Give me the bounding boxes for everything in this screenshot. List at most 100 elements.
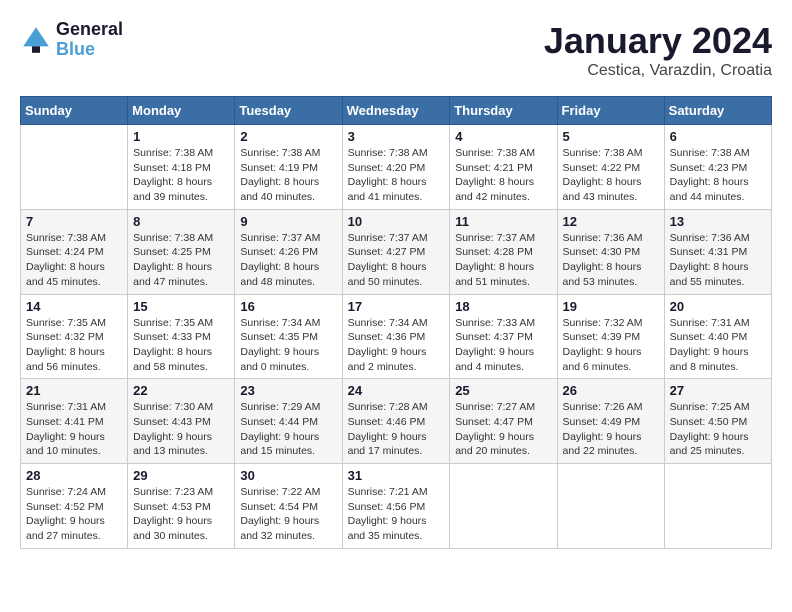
day-info: Sunrise: 7:35 AMSunset: 4:33 PMDaylight:… xyxy=(133,316,229,375)
day-info: Sunrise: 7:38 AMSunset: 4:23 PMDaylight:… xyxy=(670,146,766,205)
calendar-week-row: 1 Sunrise: 7:38 AMSunset: 4:18 PMDaylight… xyxy=(21,125,772,210)
day-number: 30 xyxy=(240,468,336,483)
day-info: Sunrise: 7:34 AMSunset: 4:35 PMDaylight:… xyxy=(240,316,336,375)
day-info: Sunrise: 7:26 AMSunset: 4:49 PMDaylight:… xyxy=(563,400,659,459)
calendar-cell: 9Sunrise: 7:37 AMSunset: 4:26 PMDaylight… xyxy=(235,209,342,294)
day-info: Sunrise: 7:27 AMSunset: 4:47 PMDaylight:… xyxy=(455,400,551,459)
day-number: 26 xyxy=(563,383,659,398)
day-info: Sunrise: 7:37 AMSunset: 4:28 PMDaylight:… xyxy=(455,231,551,290)
calendar-cell xyxy=(450,464,557,549)
calendar-cell: 27 Sunrise: 7:25 AMSunset: 4:50 PMDayligh… xyxy=(664,379,771,464)
calendar-cell xyxy=(21,125,128,210)
calendar-cell: 20Sunrise: 7:31 AMSunset: 4:40 PMDayligh… xyxy=(664,294,771,379)
day-number: 18 xyxy=(455,299,551,314)
calendar-cell: 15 Sunrise: 7:35 AMSunset: 4:33 PMDayligh… xyxy=(128,294,235,379)
day-info: Sunrise: 7:28 AMSunset: 4:46 PMDaylight:… xyxy=(348,400,445,459)
day-number: 1 xyxy=(133,129,229,144)
calendar-cell: 31 Sunrise: 7:21 AMSunset: 4:56 PMDayligh… xyxy=(342,464,450,549)
day-info: Sunrise: 7:38 AMSunset: 4:18 PMDaylight:… xyxy=(133,146,229,205)
day-number: 27 xyxy=(670,383,766,398)
calendar-cell: 4 Sunrise: 7:38 AMSunset: 4:21 PMDaylight… xyxy=(450,125,557,210)
day-info: Sunrise: 7:38 AMSunset: 4:25 PMDaylight:… xyxy=(133,231,229,290)
calendar-cell: 6 Sunrise: 7:38 AMSunset: 4:23 PMDaylight… xyxy=(664,125,771,210)
day-number: 11 xyxy=(455,214,551,229)
calendar-cell: 10 Sunrise: 7:37 AMSunset: 4:27 PMDayligh… xyxy=(342,209,450,294)
day-number: 14 xyxy=(26,299,122,314)
day-info: Sunrise: 7:31 AMSunset: 4:40 PMDaylight:… xyxy=(670,316,766,375)
day-number: 2 xyxy=(240,129,336,144)
calendar-cell: 25 Sunrise: 7:27 AMSunset: 4:47 PMDayligh… xyxy=(450,379,557,464)
calendar-cell: 5 Sunrise: 7:38 AMSunset: 4:22 PMDaylight… xyxy=(557,125,664,210)
day-number: 21 xyxy=(26,383,122,398)
weekday-header-cell: Friday xyxy=(557,97,664,125)
day-number: 12 xyxy=(563,214,659,229)
weekday-header-cell: Sunday xyxy=(21,97,128,125)
day-info: Sunrise: 7:22 AMSunset: 4:54 PMDaylight:… xyxy=(240,485,336,544)
calendar-cell: 24Sunrise: 7:28 AMSunset: 4:46 PMDayligh… xyxy=(342,379,450,464)
day-info: Sunrise: 7:37 AMSunset: 4:26 PMDaylight:… xyxy=(240,231,336,290)
day-info: Sunrise: 7:38 AMSunset: 4:20 PMDaylight:… xyxy=(348,146,445,205)
day-info: Sunrise: 7:24 AMSunset: 4:52 PMDaylight:… xyxy=(26,485,122,544)
day-number: 6 xyxy=(670,129,766,144)
day-number: 15 xyxy=(133,299,229,314)
day-info: Sunrise: 7:34 AMSunset: 4:36 PMDaylight:… xyxy=(348,316,445,375)
weekday-header-cell: Tuesday xyxy=(235,97,342,125)
day-number: 31 xyxy=(348,468,445,483)
day-number: 29 xyxy=(133,468,229,483)
day-info: Sunrise: 7:35 AMSunset: 4:32 PMDaylight:… xyxy=(26,316,122,375)
calendar-cell xyxy=(557,464,664,549)
day-number: 4 xyxy=(455,129,551,144)
calendar-body: 1 Sunrise: 7:38 AMSunset: 4:18 PMDaylight… xyxy=(21,125,772,549)
day-info: Sunrise: 7:31 AMSunset: 4:41 PMDaylight:… xyxy=(26,400,122,459)
day-info: Sunrise: 7:33 AMSunset: 4:37 PMDaylight:… xyxy=(455,316,551,375)
calendar-cell: 23Sunrise: 7:29 AMSunset: 4:44 PMDayligh… xyxy=(235,379,342,464)
calendar-cell: 13 Sunrise: 7:36 AMSunset: 4:31 PMDayligh… xyxy=(664,209,771,294)
calendar-cell: 28 Sunrise: 7:24 AMSunset: 4:52 PMDayligh… xyxy=(21,464,128,549)
calendar-cell: 21 Sunrise: 7:31 AMSunset: 4:41 PMDayligh… xyxy=(21,379,128,464)
day-info: Sunrise: 7:29 AMSunset: 4:44 PMDaylight:… xyxy=(240,400,336,459)
calendar-cell: 12 Sunrise: 7:36 AMSunset: 4:30 PMDayligh… xyxy=(557,209,664,294)
day-info: Sunrise: 7:38 AMSunset: 4:21 PMDaylight:… xyxy=(455,146,551,205)
day-info: Sunrise: 7:30 AMSunset: 4:43 PMDaylight:… xyxy=(133,400,229,459)
day-info: Sunrise: 7:36 AMSunset: 4:30 PMDaylight:… xyxy=(563,231,659,290)
day-number: 7 xyxy=(26,214,122,229)
title-block: January 2024 Cestica, Varazdin, Croatia xyxy=(544,20,772,80)
calendar-cell: 14 Sunrise: 7:35 AMSunset: 4:32 PMDayligh… xyxy=(21,294,128,379)
day-info: Sunrise: 7:36 AMSunset: 4:31 PMDaylight:… xyxy=(670,231,766,290)
day-info: Sunrise: 7:37 AMSunset: 4:27 PMDaylight:… xyxy=(348,231,445,290)
calendar-cell: 29 Sunrise: 7:23 AMSunset: 4:53 PMDayligh… xyxy=(128,464,235,549)
day-number: 25 xyxy=(455,383,551,398)
day-info: Sunrise: 7:38 AMSunset: 4:22 PMDaylight:… xyxy=(563,146,659,205)
day-number: 10 xyxy=(348,214,445,229)
day-number: 22 xyxy=(133,383,229,398)
calendar-cell: 1 Sunrise: 7:38 AMSunset: 4:18 PMDaylight… xyxy=(128,125,235,210)
day-info: Sunrise: 7:21 AMSunset: 4:56 PMDaylight:… xyxy=(348,485,445,544)
calendar-cell: 19Sunrise: 7:32 AMSunset: 4:39 PMDayligh… xyxy=(557,294,664,379)
logo-text: General Blue xyxy=(56,20,123,60)
day-number: 3 xyxy=(348,129,445,144)
day-info: Sunrise: 7:25 AMSunset: 4:50 PMDaylight:… xyxy=(670,400,766,459)
calendar-cell: 11 Sunrise: 7:37 AMSunset: 4:28 PMDayligh… xyxy=(450,209,557,294)
calendar-cell: 8 Sunrise: 7:38 AMSunset: 4:25 PMDaylight… xyxy=(128,209,235,294)
day-info: Sunrise: 7:38 AMSunset: 4:24 PMDaylight:… xyxy=(26,231,122,290)
calendar-week-row: 21 Sunrise: 7:31 AMSunset: 4:41 PMDayligh… xyxy=(21,379,772,464)
weekday-header-row: SundayMondayTuesdayWednesdayThursdayFrid… xyxy=(21,97,772,125)
weekday-header-cell: Thursday xyxy=(450,97,557,125)
calendar-cell: 26 Sunrise: 7:26 AMSunset: 4:49 PMDayligh… xyxy=(557,379,664,464)
day-info: Sunrise: 7:23 AMSunset: 4:53 PMDaylight:… xyxy=(133,485,229,544)
day-number: 28 xyxy=(26,468,122,483)
day-number: 5 xyxy=(563,129,659,144)
calendar-cell: 22 Sunrise: 7:30 AMSunset: 4:43 PMDayligh… xyxy=(128,379,235,464)
calendar-week-row: 14 Sunrise: 7:35 AMSunset: 4:32 PMDayligh… xyxy=(21,294,772,379)
logo-icon xyxy=(20,24,52,56)
day-number: 17 xyxy=(348,299,445,314)
day-number: 16 xyxy=(240,299,336,314)
weekday-header-cell: Saturday xyxy=(664,97,771,125)
calendar-cell: 30 Sunrise: 7:22 AMSunset: 4:54 PMDayligh… xyxy=(235,464,342,549)
calendar-cell: 3 Sunrise: 7:38 AMSunset: 4:20 PMDaylight… xyxy=(342,125,450,210)
day-number: 13 xyxy=(670,214,766,229)
day-number: 19 xyxy=(563,299,659,314)
day-number: 8 xyxy=(133,214,229,229)
calendar-week-row: 7 Sunrise: 7:38 AMSunset: 4:24 PMDaylight… xyxy=(21,209,772,294)
weekday-header-cell: Monday xyxy=(128,97,235,125)
